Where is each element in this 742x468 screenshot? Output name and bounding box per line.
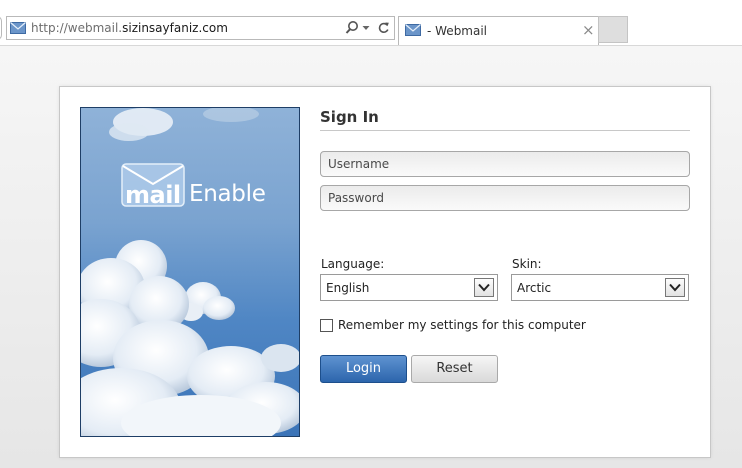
username-input[interactable] xyxy=(320,151,690,177)
envelope-icon xyxy=(10,22,26,34)
refresh-icon[interactable] xyxy=(377,20,390,36)
address-bar[interactable]: http://webmail.sizinsayfaniz.com xyxy=(6,16,395,40)
reset-button[interactable]: Reset xyxy=(411,355,498,383)
sign-in-title: Sign In xyxy=(320,108,379,126)
title-divider xyxy=(320,130,690,131)
chevron-down-icon[interactable] xyxy=(362,20,370,36)
tab-webmail[interactable]: - Webmail × xyxy=(398,16,599,45)
remember-label[interactable]: Remember my settings for this computer xyxy=(338,318,586,332)
close-icon[interactable]: × xyxy=(582,21,595,39)
skin-select-value: Arctic xyxy=(517,281,552,295)
logo-enable-text: Enable xyxy=(189,181,266,207)
url-prefix: http://webmail. xyxy=(31,21,123,35)
envelope-icon xyxy=(405,24,421,36)
language-select-value: English xyxy=(326,281,370,295)
url-domain: sizinsayfaniz.com xyxy=(122,21,228,35)
password-input[interactable] xyxy=(320,185,690,211)
chevron-down-icon[interactable] xyxy=(474,278,494,297)
mailenable-sky-banner: mail Enable xyxy=(80,107,300,437)
browser-chrome: http://webmail.sizinsayfaniz.com - Webma… xyxy=(0,0,742,46)
login-button[interactable]: Login xyxy=(320,355,407,383)
language-select[interactable]: English xyxy=(320,274,498,301)
skin-select[interactable]: Arctic xyxy=(511,274,689,301)
logo-mail-text: mail xyxy=(125,181,181,209)
address-url[interactable]: http://webmail.sizinsayfaniz.com xyxy=(31,21,228,35)
language-label: Language: xyxy=(321,257,385,271)
chevron-down-icon[interactable] xyxy=(665,278,685,297)
skin-label: Skin: xyxy=(512,257,542,271)
remember-checkbox[interactable] xyxy=(320,319,333,332)
tab-title: - Webmail xyxy=(427,24,488,38)
cloud-illustration xyxy=(81,108,299,436)
new-tab-button[interactable] xyxy=(598,16,628,43)
search-icon[interactable] xyxy=(345,20,359,36)
back-button-edge[interactable] xyxy=(0,16,2,40)
